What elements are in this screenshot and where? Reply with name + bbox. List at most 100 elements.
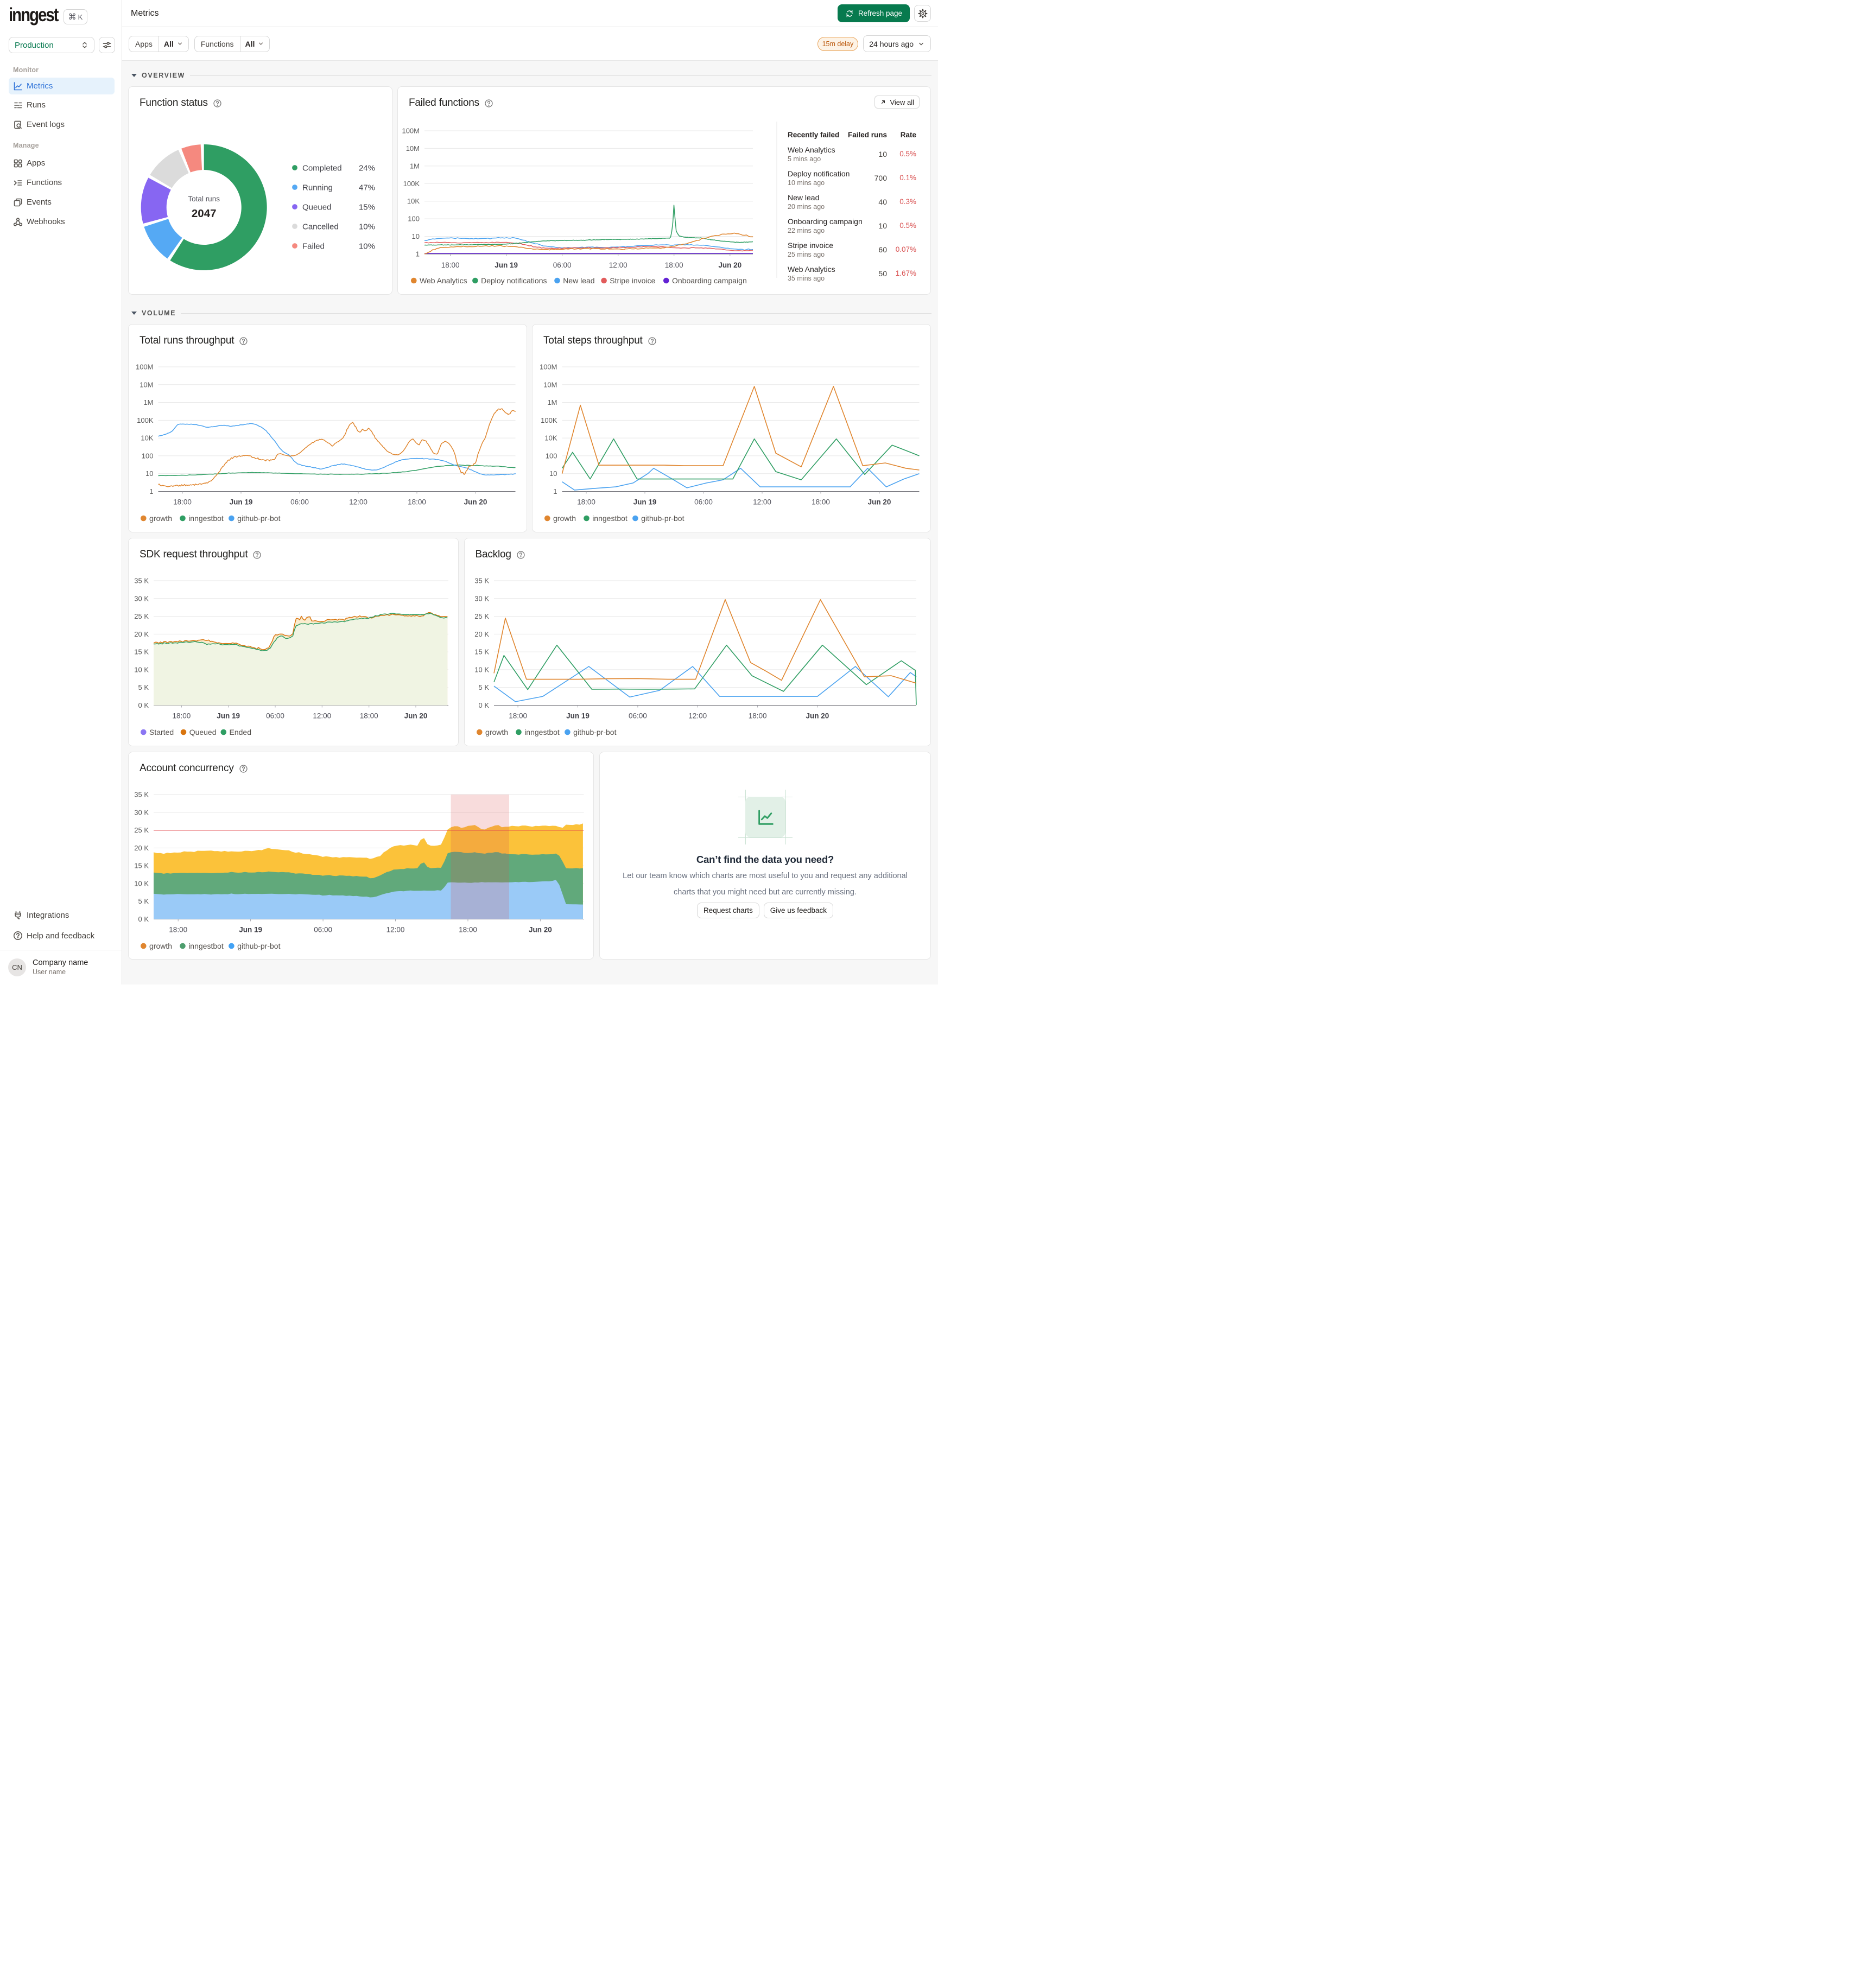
svg-text:github-pr-bot: github-pr-bot [237,514,280,523]
svg-text:35 K: 35 K [474,577,489,585]
svg-text:1: 1 [149,487,153,496]
svg-text:35 K: 35 K [134,577,149,585]
svg-text:20 K: 20 K [134,630,149,638]
svg-text:18:00: 18:00 [408,498,426,506]
svg-text:12:00: 12:00 [386,926,405,934]
svg-text:18:00: 18:00 [441,261,460,269]
svg-text:10K: 10K [544,434,557,442]
svg-text:18:00: 18:00 [173,498,192,506]
svg-text:20 K: 20 K [134,844,149,852]
svg-text:100: 100 [142,452,154,460]
svg-text:18:00: 18:00 [459,926,477,934]
svg-text:06:00: 06:00 [290,498,309,506]
svg-text:18:00: 18:00 [665,261,683,269]
svg-text:10%: 10% [359,223,375,232]
svg-text:5 K: 5 K [138,897,149,905]
svg-text:100M: 100M [402,127,420,135]
svg-text:10 K: 10 K [474,665,489,674]
svg-text:10 K: 10 K [134,665,149,674]
svg-text:47%: 47% [359,183,375,193]
svg-text:inngestbot: inngestbot [524,728,560,736]
svg-text:New lead: New lead [563,276,594,285]
svg-text:2047: 2047 [192,207,217,220]
svg-text:Jun 19: Jun 19 [633,498,657,506]
svg-text:10: 10 [549,469,557,478]
svg-text:Jun 19: Jun 19 [566,712,590,720]
svg-text:18:00: 18:00 [169,926,187,934]
svg-text:inngestbot: inngestbot [188,942,224,950]
svg-text:0 K: 0 K [138,915,149,923]
svg-text:12:00: 12:00 [313,712,331,720]
svg-text:1M: 1M [410,162,420,170]
svg-text:35 K: 35 K [134,791,149,799]
svg-text:12:00: 12:00 [609,261,628,269]
svg-text:Failed: Failed [302,242,325,251]
svg-text:Cancelled: Cancelled [302,223,339,232]
svg-text:15 K: 15 K [474,648,489,656]
svg-text:25 K: 25 K [134,612,149,620]
svg-text:Completed: Completed [302,164,342,173]
svg-text:20 K: 20 K [474,630,489,638]
svg-text:github-pr-bot: github-pr-bot [237,942,280,950]
svg-text:Jun 20: Jun 20 [529,926,552,934]
svg-text:100: 100 [408,215,420,223]
svg-text:10 K: 10 K [134,879,149,887]
svg-text:Jun 20: Jun 20 [718,261,741,269]
svg-text:10: 10 [145,469,153,478]
svg-text:18:00: 18:00 [173,712,191,720]
svg-text:10%: 10% [359,242,375,251]
svg-text:24%: 24% [359,164,375,173]
svg-text:06:00: 06:00 [266,712,284,720]
svg-text:growth: growth [485,728,508,736]
svg-text:Jun 20: Jun 20 [464,498,487,506]
svg-text:Jun 20: Jun 20 [806,712,829,720]
svg-text:100K: 100K [403,180,420,188]
svg-text:25 K: 25 K [134,826,149,834]
svg-text:0 K: 0 K [138,701,149,709]
svg-text:30 K: 30 K [474,594,489,602]
svg-text:06:00: 06:00 [694,498,713,506]
svg-text:0 K: 0 K [478,701,489,709]
svg-text:Ended: Ended [230,728,251,736]
svg-text:06:00: 06:00 [553,261,572,269]
svg-text:github-pr-bot: github-pr-bot [573,728,616,736]
svg-text:5 K: 5 K [138,683,149,691]
svg-text:5 K: 5 K [478,683,489,691]
svg-text:15 K: 15 K [134,862,149,870]
svg-text:10M: 10M [140,380,153,389]
svg-text:Total runs: Total runs [188,195,220,203]
svg-text:18:00: 18:00 [577,498,595,506]
svg-text:github-pr-bot: github-pr-bot [641,514,684,523]
svg-text:inngestbot: inngestbot [188,514,224,523]
svg-text:12:00: 12:00 [688,712,707,720]
svg-text:growth: growth [149,942,172,950]
svg-text:Running: Running [302,183,333,193]
svg-text:Jun 19: Jun 19 [495,261,518,269]
svg-text:1: 1 [416,250,420,258]
svg-text:10M: 10M [406,144,420,153]
svg-text:06:00: 06:00 [314,926,332,934]
svg-text:10K: 10K [141,434,153,442]
svg-text:15 K: 15 K [134,648,149,656]
svg-text:Jun 20: Jun 20 [868,498,891,506]
svg-text:1M: 1M [547,398,557,406]
svg-text:18:00: 18:00 [360,712,378,720]
svg-text:growth: growth [149,514,172,523]
svg-text:18:00: 18:00 [748,712,766,720]
svg-text:18:00: 18:00 [509,712,527,720]
svg-text:100M: 100M [136,363,154,371]
svg-text:100M: 100M [540,363,557,371]
svg-text:Jun 19: Jun 19 [217,712,240,720]
svg-text:12:00: 12:00 [349,498,367,506]
svg-text:100: 100 [546,452,557,460]
svg-text:Jun 19: Jun 19 [239,926,262,934]
svg-text:growth: growth [553,514,576,523]
svg-text:Onboarding campaign: Onboarding campaign [672,276,747,285]
svg-text:06:00: 06:00 [629,712,647,720]
svg-text:Queued: Queued [189,728,217,736]
svg-text:1: 1 [553,487,557,496]
svg-text:30 K: 30 K [134,594,149,602]
svg-text:inngestbot: inngestbot [592,514,628,523]
svg-text:30 K: 30 K [134,808,149,816]
svg-text:Jun 20: Jun 20 [404,712,428,720]
